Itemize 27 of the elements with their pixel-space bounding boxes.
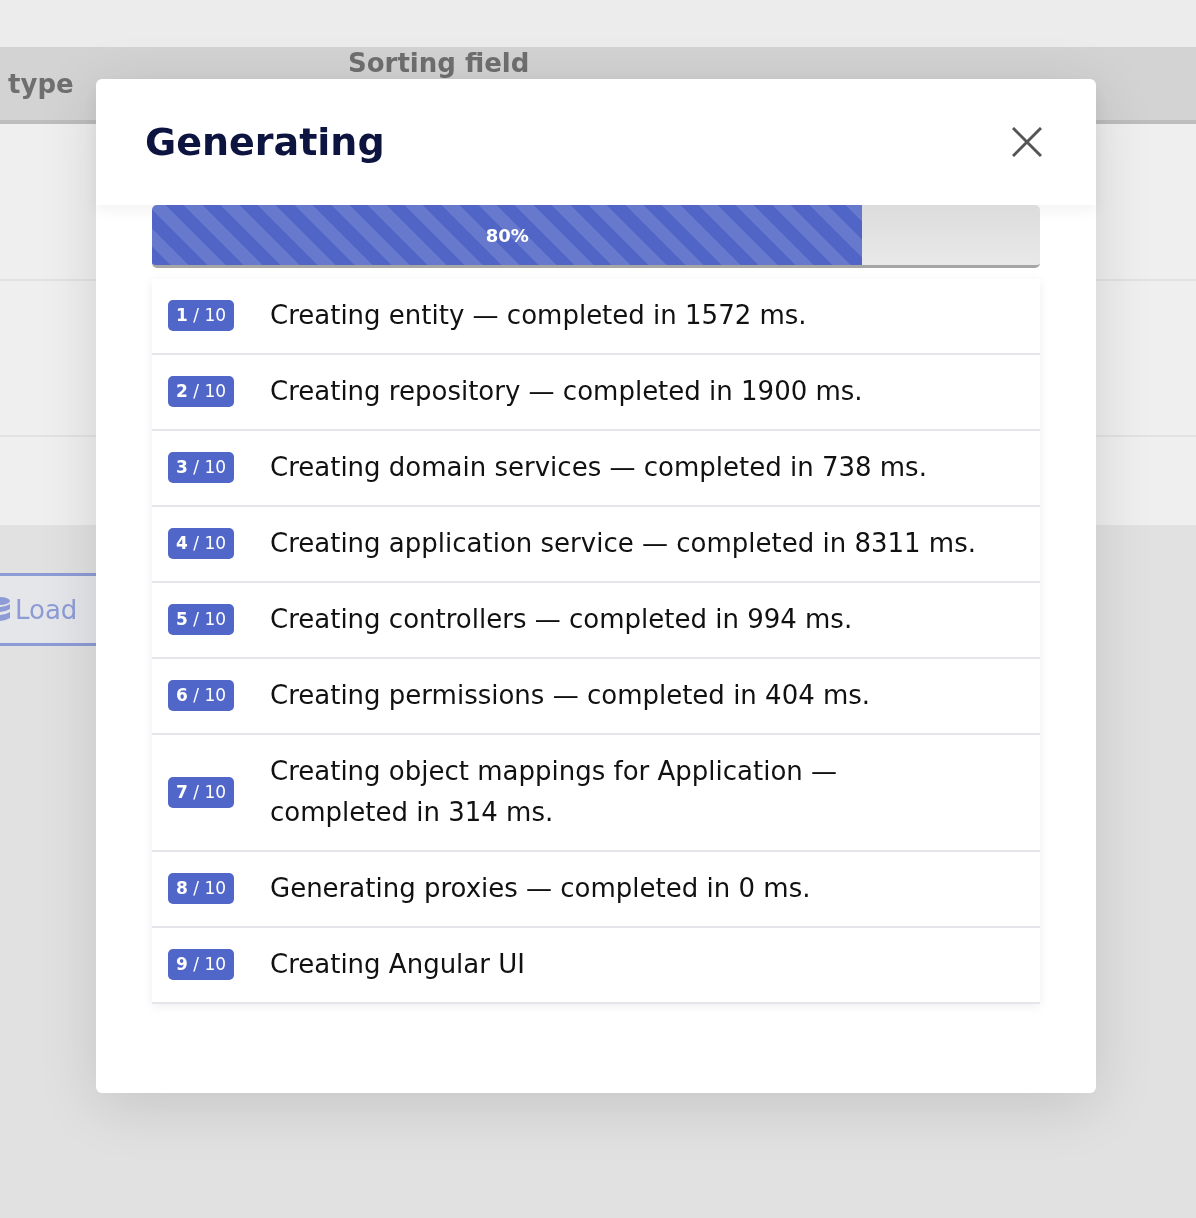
load-button[interactable]: Load: [0, 573, 96, 646]
step-message: Creating repository — completed in 1900 ms.: [270, 375, 864, 408]
progress-label: 80%: [485, 224, 529, 246]
step-message: Creating domain services — completed in 738 ms.: [270, 451, 928, 484]
load-label: Load: [15, 594, 78, 625]
close-icon: [1012, 127, 1042, 157]
step-message: Creating object mappings for Application — completed in 314 ms.: [270, 755, 839, 829]
column-header: type: [8, 68, 75, 99]
step-message: Creating application service — completed in 8311 ms.: [270, 527, 977, 560]
step-message: Creating Angular UI: [270, 948, 526, 981]
close-button[interactable]: [1012, 127, 1042, 157]
column-header: Sorting field: [348, 48, 530, 78]
step-badge: 5 / 10: [168, 604, 234, 635]
step-badge: 4 / 10: [168, 528, 234, 559]
step-badge: 3 / 10: [168, 452, 234, 483]
step-badge: 1 / 10: [168, 300, 234, 331]
database-icon: [0, 596, 10, 623]
step-message: Creating controllers — completed in 994 ms.: [270, 603, 854, 636]
step-badge: 6 / 10: [168, 680, 234, 711]
step-badge: 7 / 10: [168, 776, 234, 808]
step-message: Creating permissions — completed in 404 ms.: [270, 679, 872, 712]
step-message: Generating proxies — completed in 0 ms.: [270, 872, 812, 905]
step-badge: 2 / 10: [168, 376, 234, 407]
step-badge: 9 / 10: [168, 949, 234, 980]
step-message: Creating entity — completed in 1572 ms.: [270, 299, 808, 332]
step-badge: 8 / 10: [168, 873, 234, 904]
modal-title: Generating: [145, 120, 385, 164]
